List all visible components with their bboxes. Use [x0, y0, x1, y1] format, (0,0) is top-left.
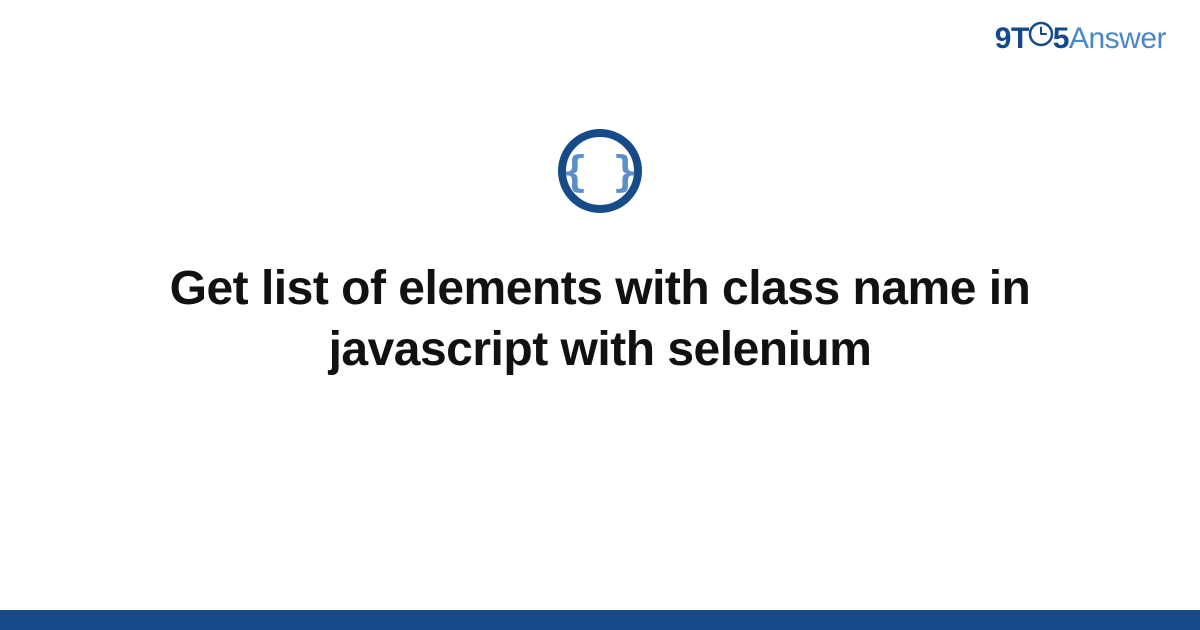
- brand-t: T: [1011, 22, 1029, 55]
- brand-logo: 9T5Answer: [995, 22, 1166, 57]
- page-title: Get list of elements with class name in …: [0, 258, 1200, 381]
- svg-text:{ }: { }: [562, 147, 638, 196]
- brand-five: 5: [1053, 22, 1069, 55]
- brand-clock-icon: [1028, 21, 1054, 55]
- bottom-accent-bar: [0, 610, 1200, 630]
- brand-answer: Answer: [1069, 22, 1166, 55]
- brand-nine: 9: [995, 22, 1011, 55]
- code-braces-icon: { }: [557, 128, 643, 219]
